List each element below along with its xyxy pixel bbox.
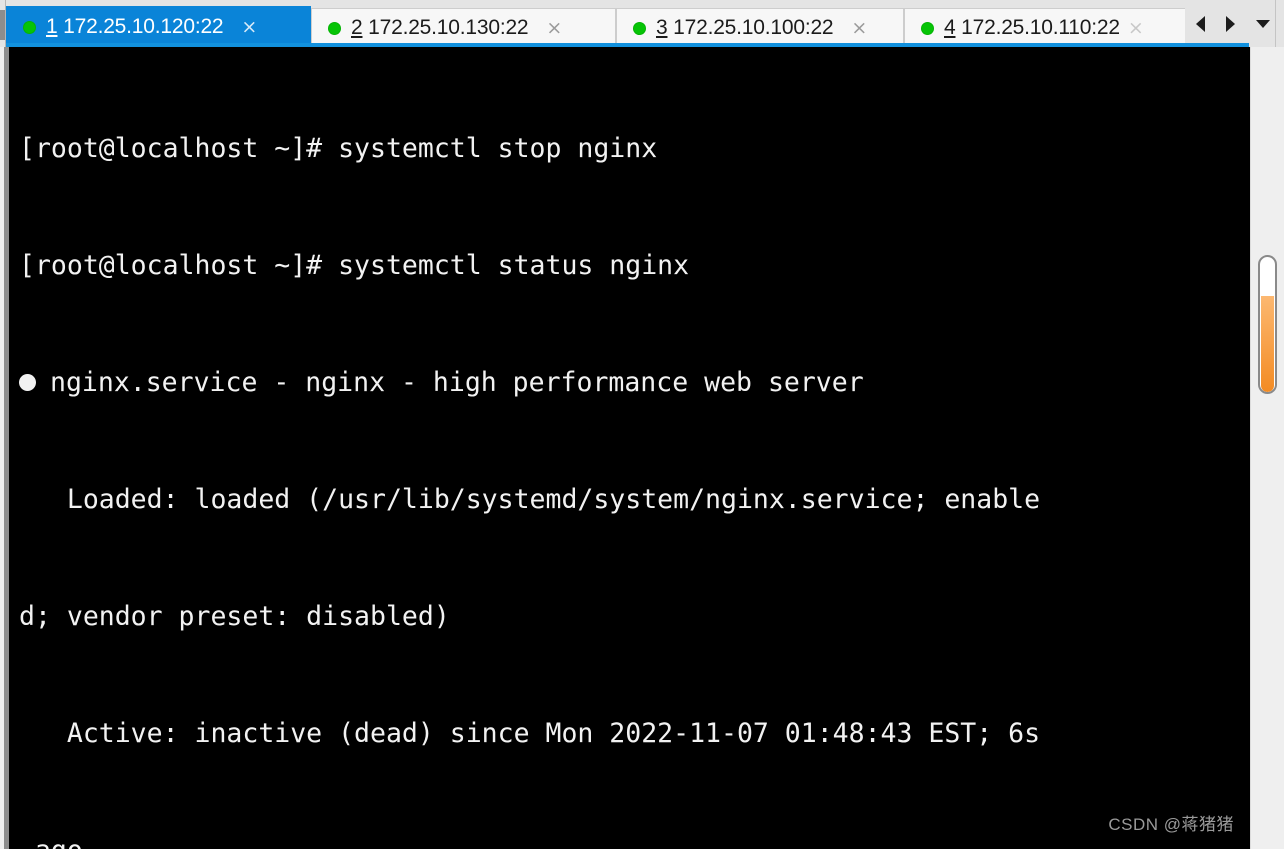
tab-bar: 1 172.25.10.120:22 × 2 172.25.10.130:22 … [0,0,1284,47]
close-icon[interactable]: × [851,18,867,38]
tab-index: 3 [656,16,668,39]
terminal-left-rail [0,47,9,849]
terminal-line-text: nginx.service - nginx - high performance… [50,367,864,398]
tab-session-2[interactable]: 2 172.25.10.130:22 × [311,8,616,47]
tab-label: 3 172.25.10.100:22 [656,16,834,40]
tab-bar-right-edge [1275,0,1284,47]
terminal-screen[interactable]: [root@localhost ~]# systemctl stop nginx… [9,47,1250,849]
tab-list-button[interactable] [1252,15,1270,33]
triangle-right-icon [1225,15,1235,32]
terminal-panel: [root@localhost ~]# systemctl stop nginx… [0,47,1284,849]
triangle-left-icon [1195,15,1205,32]
terminal-line-service-header: nginx.service - nginx - high performance… [19,363,1250,402]
terminal-line: [root@localhost ~]# systemctl status ngi… [19,250,690,281]
scrollbar-thumb-fill [1261,296,1274,392]
tab-session-1[interactable]: 1 172.25.10.120:22 × [6,6,311,47]
tab-address: 172.25.10.110:22 [961,16,1120,39]
tab-address: 172.25.10.100:22 [673,16,834,39]
close-icon[interactable]: × [241,17,257,37]
tab-list: 1 172.25.10.120:22 × 2 172.25.10.130:22 … [6,0,1185,47]
close-icon[interactable]: × [546,18,562,38]
tab-session-4[interactable]: 4 172.25.10.110:22 × [904,8,1185,47]
tab-next-button[interactable] [1222,15,1238,33]
tab-label: 1 172.25.10.120:22 [46,15,224,39]
terminal-line: [root@localhost ~]# systemctl stop nginx [19,133,658,164]
terminal-line: Loaded: loaded (/usr/lib/systemd/system/… [19,484,1041,515]
terminal-line: d; vendor preset: disabled) [19,601,450,632]
tab-index: 4 [944,16,956,39]
tab-index: 2 [351,16,363,39]
scrollbar-thumb[interactable] [1258,255,1277,394]
tab-index: 1 [46,15,58,38]
green-dot-icon [921,21,934,35]
vertical-scrollbar[interactable] [1250,47,1284,849]
tab-label: 2 172.25.10.130:22 [351,16,529,40]
ssh-client-window: 1 172.25.10.120:22 × 2 172.25.10.130:22 … [0,0,1284,849]
tab-nav-controls [1185,0,1275,47]
tab-session-3[interactable]: 3 172.25.10.100:22 × [616,8,904,47]
terminal-line: ago [19,831,1250,849]
tab-address: 172.25.10.120:22 [63,15,224,38]
terminal-line: Active: inactive (dead) since Mon 2022-1… [19,718,1041,749]
tab-address: 172.25.10.130:22 [368,16,529,39]
green-dot-icon [633,21,646,35]
green-dot-icon [328,21,341,35]
tab-prev-button[interactable] [1192,15,1208,33]
close-icon[interactable]: × [1128,18,1144,38]
chevron-down-icon [1256,19,1270,28]
tab-label: 4 172.25.10.110:22 [944,16,1120,40]
filled-circle-icon [19,374,36,391]
green-dot-icon [23,20,36,34]
